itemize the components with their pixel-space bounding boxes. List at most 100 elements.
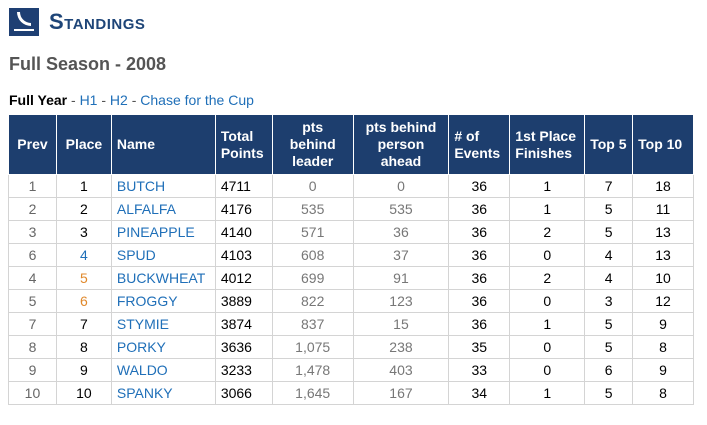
cell-pts-behind-leader: 822 — [271, 289, 354, 313]
col-header-pts-behind-leader[interactable]: pts behind leader — [271, 114, 354, 175]
cell-first-place: 1 — [509, 197, 586, 221]
cell-name-link[interactable]: SPANKY — [110, 381, 216, 405]
table-row: 1 1 BUTCH 4711 0 0 36 1 7 18 — [8, 174, 694, 198]
nav-current-full-year: Full Year — [9, 92, 68, 108]
cell-name-link[interactable]: ALFALFA — [110, 197, 216, 221]
cell-pts-behind-ahead: 91 — [352, 266, 450, 290]
cell-pts-behind-leader: 608 — [271, 243, 354, 267]
cell-events: 36 — [448, 289, 511, 313]
cell-events: 36 — [448, 197, 511, 221]
table-row: 3 3 PINEAPPLE 4140 571 36 36 2 5 13 — [8, 220, 694, 244]
cell-pts-behind-ahead: 36 — [352, 220, 450, 244]
cell-name-link[interactable]: FROGGY — [110, 289, 216, 313]
cell-top10: 13 — [632, 243, 694, 267]
cell-name-link[interactable]: PORKY — [110, 335, 216, 359]
cell-pts-behind-leader: 1,645 — [271, 381, 354, 405]
cell-top5: 5 — [584, 220, 634, 244]
cell-top5: 5 — [584, 335, 634, 359]
cell-top5: 5 — [584, 381, 634, 405]
cell-place: 5 — [55, 266, 112, 290]
cell-top10: 9 — [632, 358, 694, 382]
cell-total-points: 4176 — [214, 197, 273, 221]
col-header-name[interactable]: Name — [110, 114, 216, 175]
cell-top10: 9 — [632, 312, 694, 336]
cell-first-place: 0 — [509, 289, 586, 313]
col-header-prev[interactable]: Prev — [8, 114, 57, 175]
col-header-total-points[interactable]: Total Points — [214, 114, 273, 175]
cell-first-place: 0 — [509, 358, 586, 382]
cell-prev: 2 — [8, 197, 57, 221]
cell-pts-behind-ahead: 403 — [352, 358, 450, 382]
col-header-place[interactable]: Place — [55, 114, 112, 175]
cell-events: 36 — [448, 312, 511, 336]
cell-first-place: 1 — [509, 174, 586, 198]
cell-place: 10 — [55, 381, 112, 405]
cell-pts-behind-leader: 699 — [271, 266, 354, 290]
table-row: 2 2 ALFALFA 4176 535 535 36 1 5 11 — [8, 197, 694, 221]
cell-place: 3 — [55, 220, 112, 244]
nav-link-h1[interactable]: H1 — [80, 92, 98, 108]
cell-name-link[interactable]: SPUD — [110, 243, 216, 267]
cell-pts-behind-leader: 535 — [271, 197, 354, 221]
cell-events: 36 — [448, 174, 511, 198]
cell-prev: 9 — [8, 358, 57, 382]
table-row: 6 4 SPUD 4103 608 37 36 0 4 13 — [8, 243, 694, 267]
col-header-pts-behind-ahead[interactable]: pts behind person ahead — [352, 114, 450, 175]
col-header-top10[interactable]: Top 10 — [632, 114, 694, 175]
cell-top5: 6 — [584, 358, 634, 382]
table-row: 9 9 WALDO 3233 1,478 403 33 0 6 9 — [8, 358, 694, 382]
cell-pts-behind-ahead: 0 — [352, 174, 450, 198]
cell-total-points: 3889 — [214, 289, 273, 313]
cell-top10: 8 — [632, 335, 694, 359]
cell-prev: 4 — [8, 266, 57, 290]
col-header-first-place[interactable]: 1st Place Finishes — [509, 114, 586, 175]
cell-prev: 7 — [8, 312, 57, 336]
cell-prev: 6 — [8, 243, 57, 267]
cell-pts-behind-ahead: 37 — [352, 243, 450, 267]
cell-place: 7 — [55, 312, 112, 336]
cell-pts-behind-leader: 0 — [271, 174, 354, 198]
cell-name-link[interactable]: STYMIE — [110, 312, 216, 336]
cell-top10: 10 — [632, 266, 694, 290]
cell-top10: 13 — [632, 220, 694, 244]
period-nav: Full Year - H1 - H2 - Chase for the Cup — [9, 92, 254, 108]
cell-events: 33 — [448, 358, 511, 382]
nav-link-chase[interactable]: Chase for the Cup — [140, 92, 254, 108]
col-header-top5[interactable]: Top 5 — [584, 114, 634, 175]
table-row: 4 5 BUCKWHEAT 4012 699 91 36 2 4 10 — [8, 266, 694, 290]
cell-top5: 3 — [584, 289, 634, 313]
cell-total-points: 4711 — [214, 174, 273, 198]
table-header-row: Prev Place Name Total Points pts behind … — [8, 114, 694, 175]
cell-total-points: 3874 — [214, 312, 273, 336]
nav-link-h2[interactable]: H2 — [110, 92, 128, 108]
cell-top5: 5 — [584, 197, 634, 221]
cell-events: 36 — [448, 243, 511, 267]
cell-name-link[interactable]: BUCKWHEAT — [110, 266, 216, 290]
page-title: Standings — [49, 9, 146, 34]
cell-events: 35 — [448, 335, 511, 359]
nav-separator: - — [67, 92, 80, 108]
cell-name-link[interactable]: PINEAPPLE — [110, 220, 216, 244]
cell-first-place: 1 — [509, 381, 586, 405]
cell-prev: 3 — [8, 220, 57, 244]
cell-name-link[interactable]: BUTCH — [110, 174, 216, 198]
cell-place: 9 — [55, 358, 112, 382]
cell-total-points: 3233 — [214, 358, 273, 382]
cell-prev: 8 — [8, 335, 57, 359]
col-header-events[interactable]: # of Events — [448, 114, 511, 175]
speedway-logo-icon[interactable] — [9, 8, 39, 36]
cell-top10: 8 — [632, 381, 694, 405]
cell-events: 36 — [448, 266, 511, 290]
cell-pts-behind-ahead: 123 — [352, 289, 450, 313]
cell-name-link[interactable]: WALDO — [110, 358, 216, 382]
cell-prev: 5 — [8, 289, 57, 313]
cell-place: 1 — [55, 174, 112, 198]
page-header: Standings — [9, 8, 145, 36]
cell-pts-behind-ahead: 167 — [352, 381, 450, 405]
cell-pts-behind-leader: 837 — [271, 312, 354, 336]
cell-top5: 4 — [584, 266, 634, 290]
table-row: 7 7 STYMIE 3874 837 15 36 1 5 9 — [8, 312, 694, 336]
cell-place: 6 — [55, 289, 112, 313]
cell-total-points: 4140 — [214, 220, 273, 244]
cell-pts-behind-leader: 1,478 — [271, 358, 354, 382]
